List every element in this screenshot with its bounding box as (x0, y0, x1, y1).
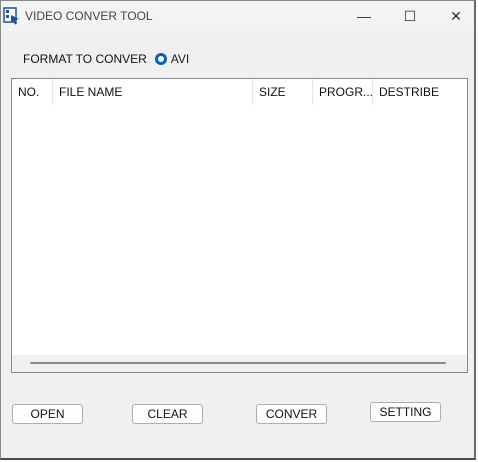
format-label: FORMAT TO CONVER (23, 52, 147, 66)
list-header: NO. FILE NAME SIZE PROGR... DESTRIBE (12, 79, 467, 105)
setting-button[interactable]: SETTING (370, 402, 441, 422)
maximize-icon: ☐ (403, 7, 417, 24)
column-header-describe[interactable]: DESTRIBE (373, 79, 467, 105)
column-header-progress[interactable]: PROGR... (313, 79, 373, 105)
close-button[interactable]: ✕ (433, 1, 478, 31)
column-header-file-name[interactable]: FILE NAME (53, 79, 253, 105)
scrollbar-thumb[interactable] (30, 362, 446, 364)
avi-radio[interactable] (154, 53, 167, 65)
horizontal-scrollbar[interactable] (12, 355, 467, 372)
avi-radio-label[interactable]: AVI (171, 52, 189, 66)
clear-button[interactable]: CLEAR (132, 404, 203, 424)
convert-button[interactable]: CONVER (256, 404, 327, 424)
close-icon: ✕ (450, 7, 462, 24)
maximize-button[interactable]: ☐ (387, 1, 433, 31)
file-list[interactable]: NO. FILE NAME SIZE PROGR... DESTRIBE (11, 78, 468, 373)
format-row: FORMAT TO CONVER AVI (23, 52, 189, 66)
title-bar[interactable]: VIDEO CONVER TOOL — ☐ ✕ (1, 1, 474, 31)
column-header-no[interactable]: NO. (12, 79, 53, 105)
column-header-size[interactable]: SIZE (253, 79, 313, 105)
minimize-icon: — (357, 8, 371, 24)
app-window: VIDEO CONVER TOOL — ☐ ✕ FORMAT TO CONVER… (0, 0, 476, 460)
window-title: VIDEO CONVER TOOL (25, 9, 153, 23)
open-button[interactable]: OPEN (12, 404, 83, 424)
minimize-button[interactable]: — (341, 1, 387, 31)
app-icon (3, 7, 19, 25)
